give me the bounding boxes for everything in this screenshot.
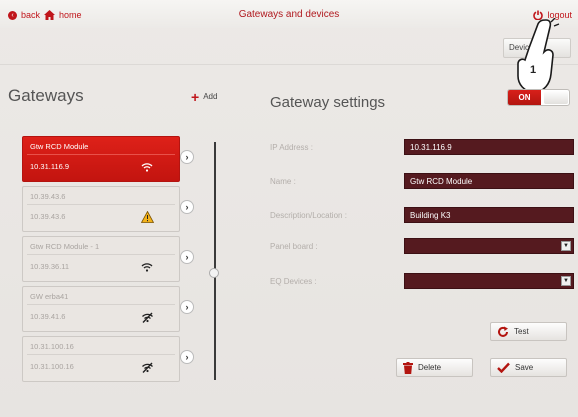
ip-address-label: IP Address :: [270, 143, 313, 152]
gateway-name: Gtw RCD Module - 1: [30, 242, 100, 251]
callout-number: 1: [530, 64, 537, 76]
gateway-name: 10.39.43.6: [30, 192, 66, 201]
gateway-name: 10.31.100.16: [30, 342, 74, 351]
delete-label: Delete: [418, 363, 442, 372]
toggle-knob: [544, 91, 568, 104]
description-field[interactable]: Building K3: [404, 207, 574, 223]
open-gateway-button[interactable]: ›: [180, 350, 194, 364]
gateway-card[interactable]: Gtw RCD Module 10.31.116.9: [22, 136, 180, 182]
gateway-name: GW erba41: [30, 292, 69, 301]
card-divider: [27, 304, 175, 305]
gateway-name: Gtw RCD Module: [30, 142, 89, 151]
add-label: Add: [203, 92, 218, 101]
gateway-ip: 10.39.36.11: [30, 262, 70, 271]
chevron-right-icon: ›: [185, 302, 189, 312]
open-gateway-button[interactable]: ›: [180, 150, 194, 164]
eq-devices-label: EQ Devices :: [270, 277, 317, 286]
refresh-icon: [498, 326, 508, 337]
panel-board-label: Panel board :: [270, 242, 318, 251]
top-bar: ‹ back home Gateways and devices logout: [0, 0, 578, 28]
card-divider: [27, 154, 175, 155]
wifi-off-icon: [140, 310, 154, 324]
gateway-ip: 10.31.100.16: [30, 362, 74, 371]
header-divider: [0, 64, 578, 65]
trash-icon: [403, 361, 413, 374]
add-gateway-button[interactable]: + Add: [191, 88, 218, 105]
chevron-right-icon: ›: [185, 252, 189, 262]
card-divider: [27, 354, 175, 355]
gateway-on-toggle[interactable]: ON: [507, 89, 570, 106]
gateway-ip: 10.39.41.6: [30, 312, 66, 321]
gateway-card[interactable]: GW erba41 10.39.41.6: [22, 286, 180, 332]
description-label: Description/Location :: [270, 211, 347, 220]
chevron-down-icon: ▼: [561, 276, 571, 286]
test-button[interactable]: Test: [490, 322, 567, 341]
chevron-down-icon: ▼: [561, 241, 571, 251]
page-title: Gateways and devices: [238, 9, 340, 20]
gateway-card[interactable]: Gtw RCD Module - 1 10.39.36.11: [22, 236, 180, 282]
delete-button[interactable]: Delete: [396, 358, 473, 377]
hand-pointer-icon: [517, 18, 560, 93]
toggle-on-label: ON: [508, 90, 541, 105]
open-gateway-button[interactable]: ›: [180, 250, 194, 264]
warning-icon: [140, 210, 154, 224]
card-divider: [27, 204, 175, 205]
wifi-off-icon: [140, 360, 154, 374]
card-divider: [27, 254, 175, 255]
name-field[interactable]: Gtw RCD Module: [404, 173, 574, 189]
list-scrollbar-thumb[interactable]: [209, 268, 219, 278]
list-scrollbar-track[interactable]: [214, 142, 216, 380]
eq-devices-select[interactable]: ▼: [404, 273, 574, 289]
gateways-heading: Gateways: [8, 86, 84, 105]
wifi-strong-icon: [140, 260, 154, 274]
gateway-card[interactable]: 10.39.43.6 10.39.43.6: [22, 186, 180, 232]
open-gateway-button[interactable]: ›: [180, 300, 194, 314]
test-label: Test: [514, 327, 529, 336]
wifi-strong-icon: [140, 160, 154, 174]
name-label: Name :: [270, 177, 296, 186]
gateway-ip: 10.39.43.6: [30, 212, 66, 221]
checkmark-icon: [497, 362, 510, 373]
gateway-ip: 10.31.116.9: [30, 162, 70, 171]
save-button[interactable]: Save: [490, 358, 567, 377]
chevron-right-icon: ›: [185, 352, 189, 362]
ip-address-field[interactable]: 10.31.116.9: [404, 139, 574, 155]
plus-icon: +: [191, 88, 200, 105]
open-gateway-button[interactable]: ›: [180, 200, 194, 214]
chevron-right-icon: ›: [185, 152, 189, 162]
save-label: Save: [515, 363, 534, 372]
panel-board-select[interactable]: ▼: [404, 238, 574, 254]
gateway-settings-heading: Gateway settings: [270, 94, 386, 111]
gateway-card[interactable]: 10.31.100.16 10.31.100.16: [22, 336, 180, 382]
chevron-right-icon: ›: [185, 202, 189, 212]
